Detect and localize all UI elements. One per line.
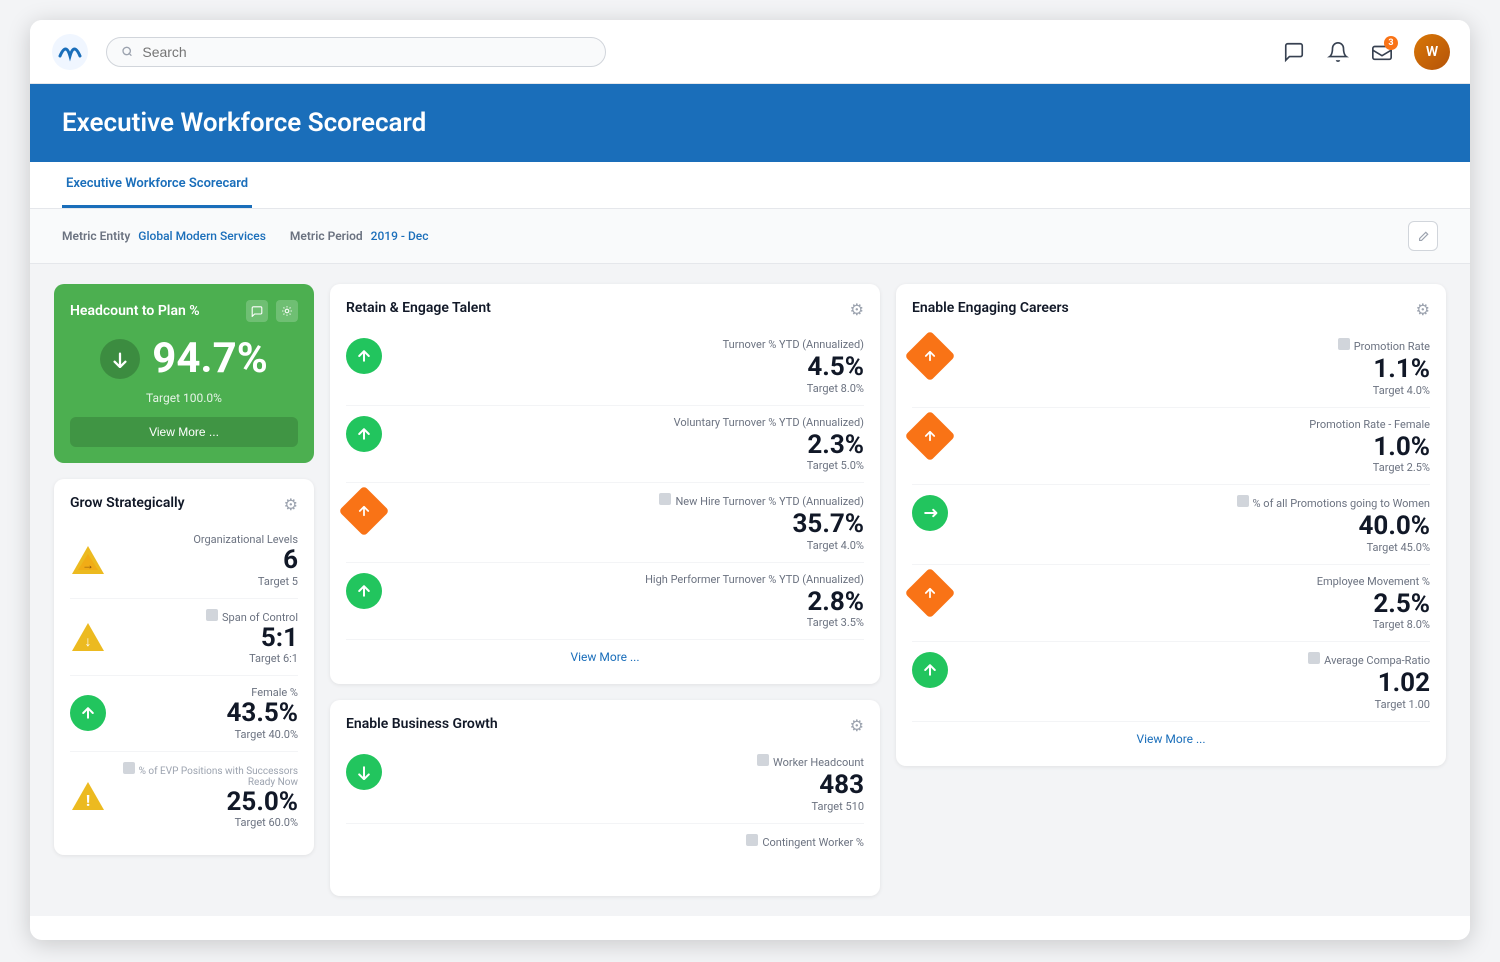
svg-text:↓: ↓ <box>85 634 92 650</box>
period-value: 2019 - Dec <box>371 229 429 243</box>
compa-ratio-row: Average Compa-Ratio 1.02 Target 1.00 <box>912 642 1430 722</box>
tab-executive-scorecard[interactable]: Executive Workforce Scorecard <box>62 162 252 208</box>
grow-strategically-card: Grow Strategically ⚙ → Organizational Le… <box>54 479 314 855</box>
span-control-info: Span of Control 5:1 Target 6:1 <box>118 609 298 666</box>
grow-settings-button[interactable]: ⚙ <box>284 495 298 515</box>
org-levels-info: Organizational Levels 6 Target 5 <box>118 533 298 588</box>
page-header: Executive Workforce Scorecard <box>30 84 1470 162</box>
tab-bar: Executive Workforce Scorecard <box>30 162 1470 209</box>
left-column: Headcount to Plan % <box>54 284 314 896</box>
right-column: Enable Engaging Careers ⚙ Promotion Rate <box>896 284 1446 896</box>
page-title: Executive Workforce Scorecard <box>62 108 1438 138</box>
promotion-rate-indicator <box>905 331 956 382</box>
period-label: Metric Period <box>290 229 363 243</box>
chat-icon[interactable] <box>1282 40 1306 64</box>
grow-title: Grow Strategically <box>70 495 185 511</box>
top-nav: 3 W <box>30 20 1470 84</box>
careers-title: Enable Engaging Careers <box>912 300 1069 316</box>
headcount-view-more[interactable]: View More ... <box>70 417 298 447</box>
promotion-rate-row: Promotion Rate 1.1% Target 4.0% <box>912 328 1430 408</box>
search-input[interactable] <box>142 44 591 60</box>
headcount-settings-icon[interactable] <box>276 300 298 322</box>
nav-icons: 3 W <box>1282 34 1450 70</box>
employee-movement-indicator <box>905 567 956 618</box>
turnover-ytd-row: Turnover % YTD (Annualized) 4.5% Target … <box>346 328 864 406</box>
edit-button[interactable] <box>1408 221 1438 251</box>
middle-column: Retain & Engage Talent ⚙ Turnover % YTD … <box>330 284 880 896</box>
metric-row-evp: ! % of EVP Positions with Successors Rea… <box>70 752 298 840</box>
filter-bar: Metric Entity Global Modern Services Met… <box>30 209 1470 264</box>
promotion-female-row: Promotion Rate - Female 1.0% Target 2.5% <box>912 408 1430 486</box>
headcount-trend-indicator <box>100 339 140 379</box>
compa-ratio-indicator <box>912 652 948 688</box>
promotions-women-row: % of all Promotions going to Women 40.0%… <box>912 485 1430 565</box>
promotion-female-indicator <box>905 410 956 461</box>
turnover-ytd-indicator <box>346 338 382 374</box>
inbox-badge: 3 <box>1384 36 1398 50</box>
promotions-women-indicator <box>912 495 948 531</box>
metric-row-span-control: ↓ Span of Control 5:1 Target 6:1 <box>70 599 298 677</box>
org-levels-indicator: → <box>70 542 106 578</box>
careers-view-more[interactable]: View More ... <box>912 722 1430 750</box>
headcount-target: Target 100.0% <box>70 391 298 405</box>
retain-title: Retain & Engage Talent <box>346 300 491 316</box>
retain-engage-card: Retain & Engage Talent ⚙ Turnover % YTD … <box>330 284 880 684</box>
highperf-turnover-indicator <box>346 573 382 609</box>
headcount-card: Headcount to Plan % <box>54 284 314 463</box>
metric-row-female: Female % 43.5% Target 40.0% <box>70 676 298 752</box>
logo[interactable] <box>50 32 90 72</box>
growth-settings-button[interactable]: ⚙ <box>850 716 864 736</box>
user-avatar[interactable]: W <box>1414 34 1450 70</box>
headcount-title: Headcount to Plan % <box>70 303 200 319</box>
engaging-careers-card: Enable Engaging Careers ⚙ Promotion Rate <box>896 284 1446 766</box>
svg-text:→: → <box>82 558 94 572</box>
voluntary-turnover-row: Voluntary Turnover % YTD (Annualized) 2.… <box>346 406 864 484</box>
headcount-value: 94.7% <box>152 334 268 383</box>
contingent-worker-row: Contingent Worker % <box>346 824 864 880</box>
evp-info: % of EVP Positions with Successors Ready… <box>118 762 298 830</box>
voluntary-turnover-indicator <box>346 416 382 452</box>
retain-settings-button[interactable]: ⚙ <box>850 300 864 320</box>
search-icon <box>121 45 134 59</box>
careers-settings-button[interactable]: ⚙ <box>1416 300 1430 320</box>
female-indicator <box>70 695 106 731</box>
entity-label: Metric Entity <box>62 229 130 243</box>
metric-row-org-levels: → Organizational Levels 6 Target 5 <box>70 523 298 599</box>
employee-movement-row: Employee Movement % 2.5% Target 8.0% <box>912 565 1430 643</box>
span-control-indicator: ↓ <box>70 619 106 655</box>
worker-headcount-row: Worker Headcount 483 Target 510 <box>346 744 864 824</box>
inbox-icon[interactable]: 3 <box>1370 40 1394 64</box>
newhire-turnover-row: New Hire Turnover % YTD (Annualized) 35.… <box>346 483 864 563</box>
evp-indicator: ! <box>70 778 106 814</box>
enable-growth-card: Enable Business Growth ⚙ Worker Headcoun… <box>330 700 880 896</box>
main-content: Headcount to Plan % <box>30 264 1470 916</box>
headcount-chat-icon[interactable] <box>246 300 268 322</box>
newhire-turnover-indicator <box>339 486 390 537</box>
notification-icon[interactable] <box>1326 40 1350 64</box>
search-bar[interactable] <box>106 37 606 67</box>
highperf-turnover-row: High Performer Turnover % YTD (Annualize… <box>346 563 864 641</box>
worker-headcount-indicator <box>346 754 382 790</box>
female-info: Female % 43.5% Target 40.0% <box>118 686 298 741</box>
retain-view-more[interactable]: View More ... <box>346 640 864 668</box>
entity-value: Global Modern Services <box>138 229 266 243</box>
growth-title: Enable Business Growth <box>346 716 498 732</box>
svg-text:!: ! <box>86 791 90 810</box>
